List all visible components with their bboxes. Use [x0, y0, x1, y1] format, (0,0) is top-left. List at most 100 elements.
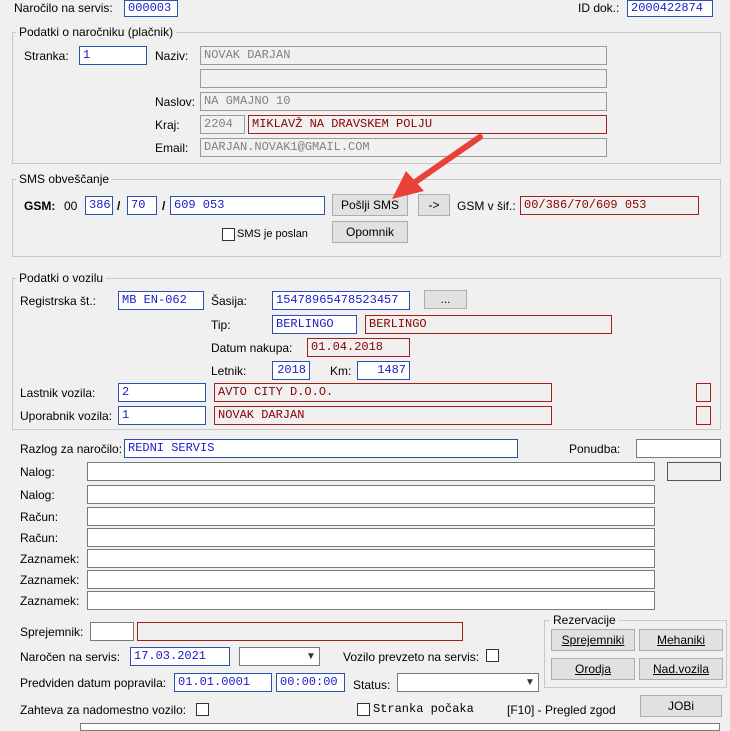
- vehicle-user-code-field[interactable]: 1: [118, 406, 206, 425]
- sms-group: [12, 179, 721, 257]
- planned-time-field[interactable]: 00:00:00: [276, 673, 345, 692]
- receiver-label: Sprejemnik:: [20, 625, 84, 639]
- racun-1-field[interactable]: [87, 507, 655, 526]
- receivers-button-label: Sprejemniki: [561, 633, 625, 647]
- km-field[interactable]: 1487: [357, 361, 410, 380]
- naslov-label: Naslov:: [155, 95, 196, 109]
- registration-field[interactable]: MB EN-062: [118, 291, 204, 310]
- owner-name-field[interactable]: AVTO CITY D.O.O.: [214, 383, 552, 402]
- receiver-name-field[interactable]: [137, 622, 463, 641]
- registration-label: Registrska št.:: [20, 294, 97, 308]
- naziv-field[interactable]: NOVAK DARJAN: [200, 46, 607, 65]
- zaznamek-3-label: Zaznamek:: [20, 594, 80, 608]
- year-label: Letnik:: [211, 364, 247, 378]
- bottom-partial-field[interactable]: [80, 723, 720, 731]
- reminder-button[interactable]: Opomnik: [332, 221, 408, 243]
- racun-2-label: Račun:: [20, 531, 59, 545]
- owner-flag-field[interactable]: [696, 383, 711, 402]
- reason-field[interactable]: REDNI SERVIS: [124, 439, 518, 458]
- purchase-date-label: Datum nakupa:: [211, 341, 293, 355]
- customer-group-title: Podatki o naročniku (plačnik): [16, 25, 177, 39]
- vehicle-user-flag-field[interactable]: [696, 406, 711, 425]
- nalog-side-box[interactable]: [667, 462, 721, 481]
- chevron-down-icon: ▼: [525, 677, 535, 688]
- order-number-field[interactable]: 000003: [124, 0, 178, 17]
- gsm-separator-1: /: [117, 199, 121, 213]
- jobi-button[interactable]: JOBi: [640, 695, 722, 717]
- type-name-field[interactable]: BERLINGO: [365, 315, 612, 334]
- naslov-field[interactable]: NA GMAJNO 10: [200, 92, 607, 111]
- sms-group-title: SMS obveščanje: [16, 172, 113, 186]
- offer-label: Ponudba:: [569, 442, 621, 456]
- year-field[interactable]: 2018: [272, 361, 310, 380]
- replacement-vehicles-button-label: Nad.vozila: [652, 662, 710, 676]
- nalog-2-field[interactable]: [87, 485, 655, 504]
- chevron-down-icon: ▼: [306, 651, 316, 662]
- chassis-label: Šasija:: [211, 294, 248, 308]
- owner-label: Lastnik vozila:: [20, 386, 96, 400]
- stranka-field[interactable]: 1: [79, 46, 147, 65]
- gsm-area-field[interactable]: 70: [127, 196, 157, 215]
- vehicle-user-label: Uporabnik vozila:: [20, 409, 113, 423]
- receivers-button[interactable]: Sprejemniki: [551, 629, 635, 651]
- customer-waits-checkbox[interactable]: [357, 703, 370, 716]
- status-label: Status:: [353, 678, 391, 692]
- km-label: Km:: [330, 364, 352, 378]
- replacement-vehicles-button[interactable]: Nad.vozila: [639, 658, 723, 680]
- vehicle-group-title: Podatki o vozilu: [16, 271, 107, 285]
- gsm-separator-2: /: [162, 199, 166, 213]
- purchase-date-field[interactable]: 01.04.2018: [307, 338, 410, 357]
- replacement-checkbox[interactable]: [196, 703, 209, 716]
- vehicle-taken-checkbox[interactable]: [486, 649, 499, 662]
- vehicle-user-name-field[interactable]: NOVAK DARJAN: [214, 406, 552, 425]
- naziv2-field[interactable]: [200, 69, 607, 88]
- planned-date-label: Predviden datum popravila:: [20, 676, 167, 690]
- type-code-field[interactable]: BERLINGO: [272, 315, 357, 334]
- nalog-1-label: Nalog:: [20, 465, 55, 479]
- gsm-label: GSM:: [24, 199, 56, 213]
- replacement-label: Zahteva za nadomestno vozilo:: [20, 703, 187, 717]
- doc-id-label: ID dok.:: [578, 1, 620, 15]
- mechanics-button[interactable]: Mehaniki: [639, 629, 723, 651]
- zaznamek-2-label: Zaznamek:: [20, 573, 80, 587]
- customer-waits-label: Stranka počaka: [373, 702, 474, 716]
- racun-2-field[interactable]: [87, 528, 655, 547]
- nalog-2-label: Nalog:: [20, 488, 55, 502]
- offer-field[interactable]: [636, 439, 721, 458]
- f10-history-label: [F10] - Pregled zgod: [507, 703, 616, 717]
- annotation-arrow-icon: [392, 134, 483, 199]
- type-label: Tip:: [211, 318, 231, 332]
- kraj-label: Kraj:: [155, 118, 180, 132]
- nalog-1-field[interactable]: [87, 462, 655, 481]
- tools-button[interactable]: Orodja: [551, 658, 635, 680]
- status-combo[interactable]: ▼: [397, 673, 539, 692]
- sms-sent-checkbox[interactable]: [222, 228, 235, 241]
- mechanics-button-label: Mehaniki: [656, 633, 706, 647]
- chassis-field[interactable]: 15478965478523457: [272, 291, 410, 310]
- vehicle-taken-label: Vozilo prevzeto na servis:: [343, 650, 480, 664]
- zaznamek-1-field[interactable]: [87, 549, 655, 568]
- reservations-group-title: Rezervacije: [550, 613, 619, 627]
- kraj-code-field[interactable]: 2204: [200, 115, 245, 134]
- order-number-label: Naročilo na servis:: [14, 1, 113, 15]
- ordered-date-label: Naročen na servis:: [20, 650, 121, 664]
- doc-id-field[interactable]: 2000422874: [627, 0, 713, 17]
- gsm-number-field[interactable]: 609 053: [170, 196, 325, 215]
- naziv-label: Naziv:: [155, 49, 189, 63]
- chassis-browse-button[interactable]: ...: [424, 290, 467, 309]
- zaznamek-2-field[interactable]: [87, 570, 655, 589]
- receiver-code-field[interactable]: [90, 622, 134, 641]
- reason-label: Razlog za naročilo:: [20, 442, 123, 456]
- gsm-sif-field[interactable]: 00/386/70/609 053: [520, 196, 699, 215]
- gsm-country-field[interactable]: 386: [85, 196, 113, 215]
- racun-1-label: Račun:: [20, 510, 59, 524]
- email-label: Email:: [155, 141, 189, 155]
- zaznamek-3-field[interactable]: [87, 591, 655, 610]
- planned-date-field[interactable]: 01.01.0001: [174, 673, 272, 692]
- gsm-prefix: 00: [64, 199, 78, 213]
- zaznamek-1-label: Zaznamek:: [20, 552, 80, 566]
- tools-button-label: Orodja: [574, 662, 612, 676]
- ordered-time-combo[interactable]: ▼: [239, 647, 320, 666]
- ordered-date-field[interactable]: 17.03.2021: [130, 647, 230, 666]
- owner-code-field[interactable]: 2: [118, 383, 206, 402]
